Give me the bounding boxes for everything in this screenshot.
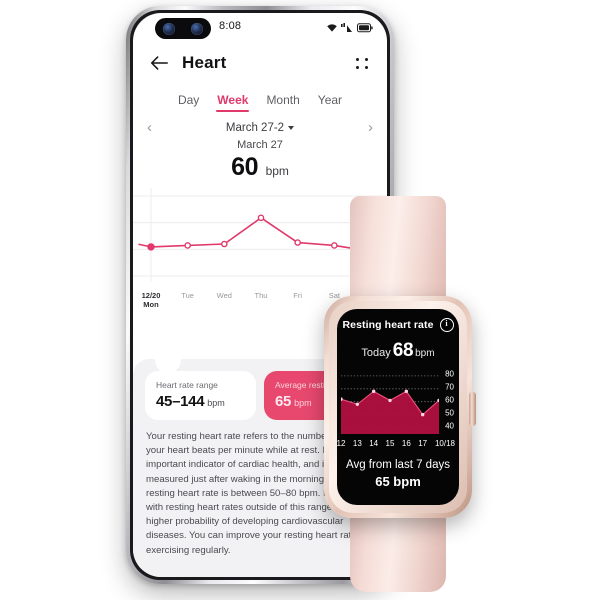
x-tick-label: Tue bbox=[181, 291, 194, 300]
watch-chart-x-axis: 12 13 14 15 16 17 10/18 bbox=[337, 439, 459, 451]
watch-title-row: Resting heart rate i bbox=[337, 318, 459, 332]
smartwatch-device: Resting heart rate i Today 68 bpm 80 70 60 50… bbox=[322, 196, 476, 592]
watch-today-value: 68 bbox=[392, 340, 414, 361]
status-clock: 8:08 bbox=[219, 20, 242, 32]
card-unit: bpm bbox=[207, 398, 225, 408]
x-tick-label: 13 bbox=[352, 439, 362, 448]
y-tick-label: 60 bbox=[445, 395, 454, 405]
watch-today-row: Today 68 bpm bbox=[337, 340, 459, 362]
app-bar: Heart bbox=[133, 43, 387, 83]
prev-period-button[interactable]: ‹ bbox=[147, 120, 152, 135]
heart-rate-unit: bpm bbox=[265, 164, 289, 178]
watch-screen: Resting heart rate i Today 68 bpm 80 70 60 50… bbox=[337, 309, 459, 505]
watch-avg-value: 65 bpm bbox=[375, 474, 421, 489]
tab-year[interactable]: Year bbox=[317, 91, 343, 112]
x-tick-label: Thu bbox=[254, 291, 268, 300]
more-options-icon[interactable] bbox=[355, 55, 371, 71]
watch-today-unit: bpm bbox=[415, 348, 435, 359]
x-tick-label: 16 bbox=[401, 439, 411, 448]
watch-resting-chart[interactable]: 80 70 60 50 40 bbox=[337, 368, 459, 438]
status-bar: 8:08 bbox=[133, 13, 387, 43]
watch-avg-label: Avg from last 7 days bbox=[346, 459, 450, 471]
tab-week[interactable]: Week bbox=[216, 91, 250, 112]
battery-icon bbox=[357, 23, 373, 33]
watch-side-button[interactable] bbox=[469, 392, 476, 426]
status-icons bbox=[326, 20, 373, 33]
y-tick-label: 70 bbox=[445, 382, 454, 392]
y-tick-label: 40 bbox=[445, 421, 454, 431]
camera-lens-icon bbox=[163, 22, 175, 35]
sheet-grabber[interactable] bbox=[155, 347, 181, 373]
heart-rate-value: 60 bpm bbox=[133, 153, 387, 182]
card-value-row: 45–144 bpm bbox=[156, 393, 245, 411]
y-tick-label: 80 bbox=[445, 369, 454, 379]
page-title: Heart bbox=[182, 53, 227, 72]
x-tick-label: Fri bbox=[293, 291, 303, 300]
date-range-selector[interactable]: March 27-2 bbox=[225, 121, 295, 134]
camera-lens-icon bbox=[191, 22, 203, 35]
watch-bezel: Resting heart rate i Today 68 bpm 80 70 60 50… bbox=[329, 301, 467, 513]
x-tick-label: 14 bbox=[369, 439, 379, 448]
wifi-icon bbox=[327, 24, 337, 32]
x-tick-label: 10/18 bbox=[434, 439, 456, 448]
signal-icon bbox=[341, 23, 352, 32]
card-value: 65 bbox=[275, 393, 292, 410]
tab-month[interactable]: Month bbox=[265, 91, 300, 112]
tab-day[interactable]: Day bbox=[177, 91, 200, 112]
y-tick-label: 50 bbox=[445, 408, 454, 418]
chevron-down-icon bbox=[288, 125, 295, 130]
watch-today-label: Today bbox=[361, 347, 391, 359]
x-tick-label: Wed bbox=[216, 291, 232, 300]
dual-camera-punchhole bbox=[155, 18, 211, 39]
selected-date-label: March 27 bbox=[237, 139, 283, 151]
heart-rate-number: 60 bbox=[231, 153, 259, 181]
card-label: Heart rate range bbox=[156, 380, 218, 390]
heart-rate-range-card[interactable]: Heart rate range 45–144 bpm bbox=[145, 371, 256, 420]
date-range-label: March 27-2 bbox=[225, 121, 285, 134]
watch-footer: Avg from last 7 days 65 bpm bbox=[337, 458, 459, 489]
card-unit: bpm bbox=[294, 398, 312, 408]
screenshot-stage: 8:08 Heart Day Week Month Year ‹ March 2… bbox=[0, 0, 600, 600]
card-value: 45–144 bbox=[156, 393, 205, 410]
watch-title: Resting heart rate bbox=[342, 319, 434, 331]
x-tick-label: 12 bbox=[337, 439, 346, 448]
info-icon[interactable]: i bbox=[439, 318, 454, 332]
date-navigator: ‹ March 27-2 › bbox=[133, 112, 387, 135]
back-arrow-icon[interactable] bbox=[149, 53, 169, 73]
x-tick-label: 15 bbox=[385, 439, 395, 448]
next-period-button[interactable]: › bbox=[368, 120, 373, 135]
period-tabs: Day Week Month Year bbox=[133, 91, 387, 112]
x-tick-label: 12/20 Mon bbox=[141, 291, 161, 309]
x-tick-label: 17 bbox=[418, 439, 428, 448]
watch-case: Resting heart rate i Today 68 bpm 80 70 60 50… bbox=[324, 296, 476, 518]
watch-chart-svg bbox=[341, 375, 439, 434]
